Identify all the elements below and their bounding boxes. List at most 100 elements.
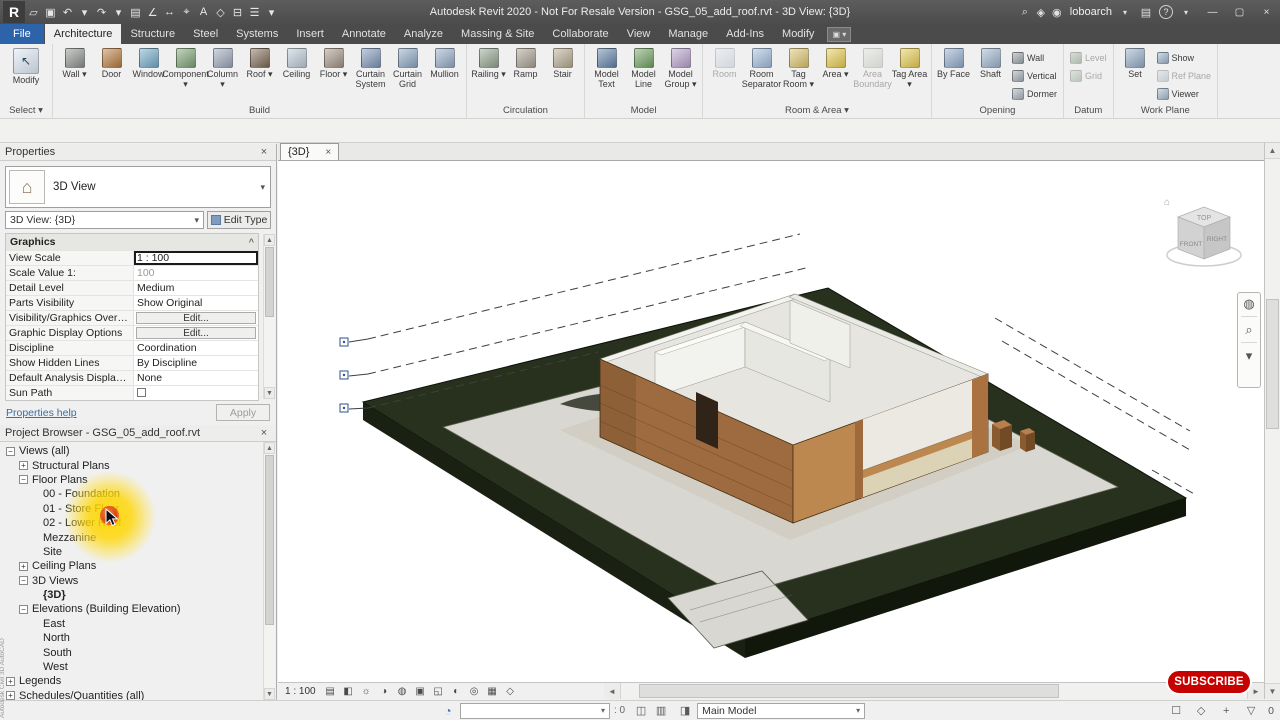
tree-item-mezzanine[interactable]: Mezzanine [0,530,276,544]
vertical-scrollbar[interactable]: ▲ ▼ [1264,143,1280,699]
tree-item-legends[interactable]: + Legends [0,674,276,688]
browser-scrollbar[interactable]: ▲ ▼ [263,442,275,700]
ribbon-button-mullion[interactable]: Mullion [426,46,463,103]
maximize-button[interactable]: ▢ [1226,0,1253,24]
ribbon-button-model-line[interactable]: Model Line [625,46,662,103]
group-collapse-icon[interactable]: ^ [249,237,254,247]
zoom-dropdown-icon[interactable]: ▾ [1246,349,1253,362]
horizontal-scrollbar[interactable]: ◄ ► [604,682,1264,699]
view-scale-control[interactable]: 1 : 100 [283,686,321,697]
ribbon-button-level[interactable]: Level [1067,49,1110,67]
ribbon-button-ceiling[interactable]: Ceiling [278,46,315,103]
drawing-area[interactable]: ⌂ TOP FRONT RIGHT ◍ ⌕ ▾ [278,161,1264,682]
active-workset-combo[interactable]: ▾ [460,702,610,719]
tree-item-elevations-building-elevation[interactable]: − Elevations (Building Elevation) [0,602,276,616]
open-icon[interactable]: ▱ [25,1,42,23]
exclude-options-icon[interactable]: ◇ [1193,703,1209,719]
tree-item-structural-plans[interactable]: + Structural Plans [0,458,276,472]
ribbon-tab-collaborate[interactable]: Collaborate [543,24,617,44]
ribbon-button-column[interactable]: Column ▾ [204,46,241,103]
ribbon-button-ref-plane[interactable]: Ref Plane [1154,67,1215,85]
ribbon-button-set[interactable]: Set [1117,46,1154,103]
ribbon-button-vertical[interactable]: Vertical [1009,67,1060,85]
ribbon-button-modify[interactable]: ↖ Modify [3,46,49,103]
prop-value-detail-level[interactable]: Medium [134,281,258,295]
view-tab-3d[interactable]: {3D} × [280,143,340,160]
tree-expander-icon[interactable]: + [19,561,28,571]
tree-item-ceiling-plans[interactable]: + Ceiling Plans [0,559,276,573]
ribbon-button-room-separator[interactable]: Room Separator [742,46,781,103]
tree-item-01-store-floor[interactable]: 01 - Store Floor [0,502,276,516]
tree-item-south[interactable]: South [0,645,276,659]
text-icon[interactable]: A [195,1,212,23]
tree-item-floor-plans[interactable]: − Floor Plans [0,473,276,487]
building-model-3d[interactable] [278,161,1264,682]
ribbon-tab-insert[interactable]: Insert [287,24,333,44]
ribbon-tab-systems[interactable]: Systems [227,24,287,44]
sun-path-icon[interactable]: ☼ [358,684,375,698]
redo-dropdown-icon[interactable]: ▾ [110,1,127,23]
ribbon-button-tag-room[interactable]: Tag Room ▾ [780,46,817,103]
view-tab-close-icon[interactable]: × [325,147,331,158]
signed-in-user[interactable]: loboarch [1070,6,1112,18]
zoom-icon[interactable]: ⌕ [1245,323,1252,336]
undo-dropdown-icon[interactable]: ▾ [76,1,93,23]
edit-button[interactable]: Edit... [136,312,256,324]
ribbon-button-dormer[interactable]: Dormer [1009,85,1060,103]
tree-item-3d[interactable]: {3D} [0,588,276,602]
edit-type-button[interactable]: Edit Type [207,211,271,229]
tree-expander-icon[interactable]: − [19,604,28,614]
detail-level-icon[interactable]: ▤ [322,684,339,698]
properties-scrollbar[interactable]: ▲ ▼ [263,234,275,399]
viewcube-home-icon[interactable]: ⌂ [1164,197,1170,208]
help-icon[interactable]: ? [1159,5,1173,19]
scroll-left-icon[interactable]: ◄ [604,683,621,699]
app-store-icon[interactable]: ▤ [1138,1,1154,23]
prop-value-visibility-graphics-overrides[interactable]: Edit... [134,311,258,325]
temporary-hide-isolate-icon[interactable]: ◐ [448,684,465,698]
revit-menu-icon[interactable]: R [3,1,25,23]
instance-selector-dropdown-icon[interactable]: ▾ [194,215,199,226]
ribbon-tab-annotate[interactable]: Annotate [333,24,395,44]
ribbon-button-wall[interactable]: Wall [1009,49,1060,67]
scroll-thumb[interactable] [639,684,1059,698]
prop-value-view-scale[interactable]: 1 : 100 [134,251,258,265]
ribbon-button-show[interactable]: Show [1154,49,1215,67]
property-group-header[interactable]: Graphics ^ [6,234,258,250]
worksharing-display-icon[interactable]: ▥ [653,703,669,719]
tag-icon[interactable]: ⌖ [178,1,195,23]
help-dropdown-icon[interactable]: ▾ [1178,1,1194,23]
user-icon[interactable]: ◉ [1049,1,1065,23]
ribbon-button-viewer[interactable]: Viewer [1154,85,1215,103]
project-browser-header[interactable]: Project Browser - GSG_05_add_roof.rvt × [0,425,276,442]
section-icon[interactable]: ⊟ [229,1,246,23]
ribbon-button-curtain-system[interactable]: Curtain System [352,46,389,103]
measure-icon[interactable]: ∠ [144,1,161,23]
tree-expander-icon[interactable]: − [6,446,15,456]
ribbon-button-stair[interactable]: Stair [544,46,581,103]
shadows-icon[interactable]: ◑ [376,684,393,698]
ribbon-tab-manage[interactable]: Manage [659,24,717,44]
ribbon-tab-view[interactable]: View [618,24,660,44]
visual-style-icon[interactable]: ◧ [340,684,357,698]
ribbon-tab-file[interactable]: File [0,24,44,44]
prop-value-graphic-display-options[interactable]: Edit... [134,326,258,340]
ribbon-button-railing[interactable]: Railing ▾ [470,46,507,103]
tree-expander-icon[interactable]: + [19,461,28,471]
ribbon-button-wall[interactable]: Wall ▾ [56,46,93,103]
search-icon[interactable]: ⌕ [1017,1,1033,23]
properties-close-icon[interactable]: × [257,146,271,158]
scroll-up-icon[interactable]: ▲ [264,234,275,246]
worksharing-icon[interactable]: ◔ [440,703,456,719]
scroll-down-icon[interactable]: ▼ [264,387,275,399]
communication-center-icon[interactable]: ◈ [1033,1,1049,23]
edit-button[interactable]: Edit... [136,327,256,339]
tree-item-west[interactable]: West [0,660,276,674]
ribbon-button-tag-area[interactable]: Tag Area ▾ [891,46,928,103]
scroll-down-icon[interactable]: ▼ [1265,683,1280,699]
instance-selector[interactable]: 3D View: {3D} ▾ [5,211,204,229]
prop-value-discipline[interactable]: Coordination [134,341,258,355]
qat-customize-icon[interactable]: ▾ [263,1,280,23]
prop-value-default-analysis-display-st[interactable]: None [134,371,258,385]
project-browser-close-icon[interactable]: × [257,427,271,439]
